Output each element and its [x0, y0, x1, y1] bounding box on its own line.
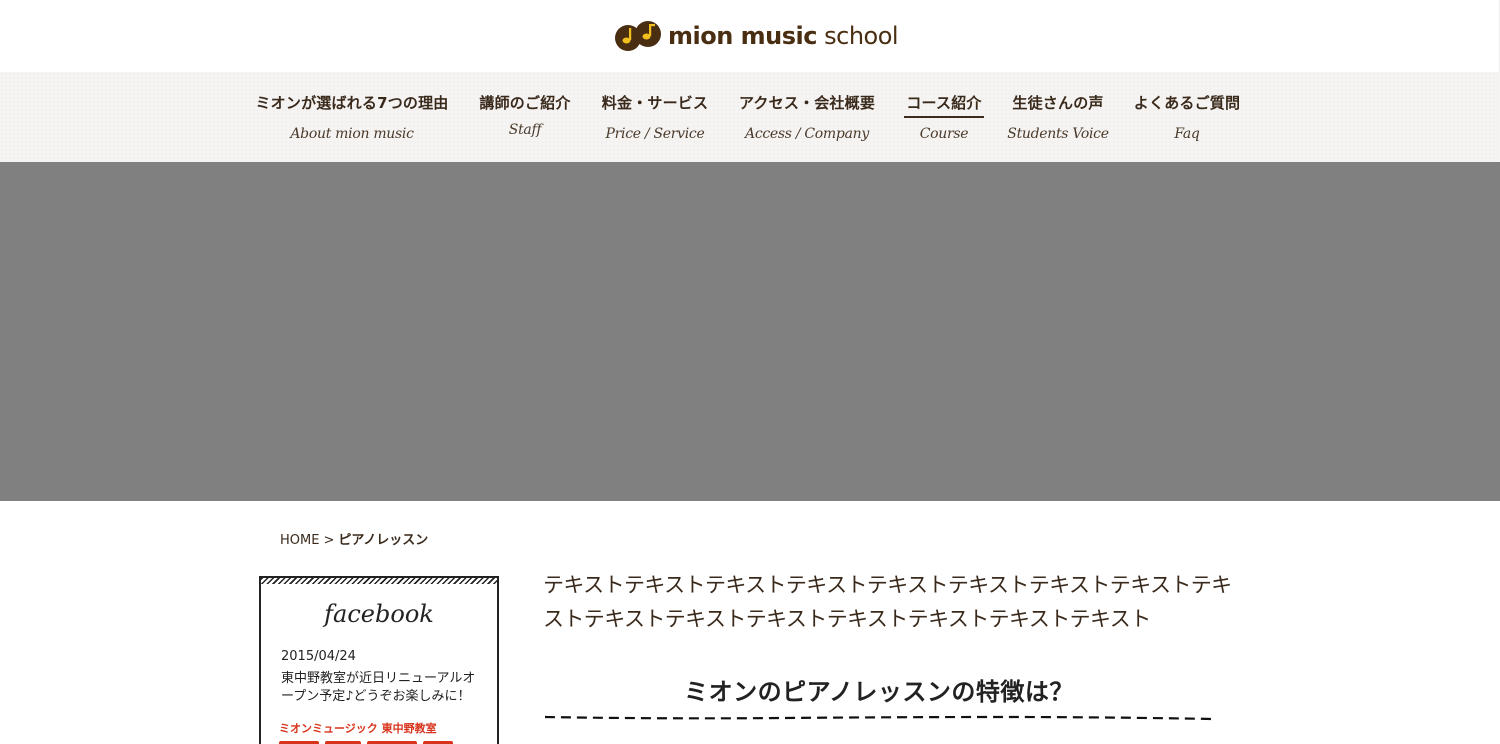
breadcrumb-separator: >: [323, 533, 335, 548]
post-date: 2015/04/24: [281, 649, 356, 664]
nav-item-sublabel: Price / Service: [605, 126, 705, 142]
global-nav: ミオンが選ばれる7つの理由 About mion music 講師のご紹介 St…: [0, 72, 1500, 162]
nav-active-underline: [904, 116, 984, 118]
nav-item-label: アクセス・会社概要: [738, 94, 876, 112]
nav-item-sublabel: Students Voice: [1007, 126, 1109, 142]
hero-image-placeholder: [0, 162, 1500, 501]
nav-item-label: よくあるご質問: [1133, 94, 1241, 112]
nav-item-label: 生徒さんの声: [1012, 94, 1104, 112]
nav-item-label: 料金・サービス: [601, 94, 709, 112]
intro-text: テキストテキストテキストテキストテキストテキストテキストテキストテキストテキスト…: [543, 573, 1232, 631]
post-image-graphic[interactable]: [279, 734, 474, 744]
site-header: mion music school: [0, 0, 1500, 72]
site-logo[interactable]: mion music school: [614, 20, 899, 52]
dashed-divider: [544, 715, 1214, 721]
nav-item-sublabel: Staff: [508, 122, 542, 138]
nav-item-label: 講師のご紹介: [479, 94, 571, 112]
logo-wordmark: mion music school: [668, 22, 899, 50]
nav-item-price[interactable]: 料金・サービス Price / Service: [595, 72, 715, 162]
nav-item-staff[interactable]: 講師のご紹介 Staff: [475, 72, 575, 162]
breadcrumb-current: ピアノレッスン: [338, 533, 429, 548]
facebook-widget-title: facebook: [324, 600, 434, 628]
breadcrumb-home-link[interactable]: HOME: [280, 533, 319, 548]
nav-item-faq[interactable]: よくあるご質問 Faq: [1128, 72, 1246, 162]
hatched-border-decoration: [261, 578, 497, 584]
nav-item-sublabel: Access / Company: [745, 126, 869, 142]
nav-item-sublabel: Course: [919, 126, 969, 142]
nav-item-label: コース紹介: [906, 94, 982, 112]
nav-item-course[interactable]: コース紹介 Course: [902, 72, 986, 162]
nav-item-sublabel: About mion music: [290, 126, 414, 142]
nav-item-label: ミオンが選ばれる7つの理由: [255, 94, 449, 112]
music-notes-logo-icon: [615, 21, 661, 51]
nav-item-reasons[interactable]: ミオンが選ばれる7つの理由 About mion music: [252, 72, 452, 162]
nav-item-voice[interactable]: 生徒さんの声 Students Voice: [1006, 72, 1110, 162]
facebook-widget: facebook 2015/04/24 東中野教室が近日リニューアルオープン予定…: [259, 576, 499, 744]
post-text[interactable]: 東中野教室が近日リニューアルオープン予定♪どうぞお楽しみに！: [281, 670, 486, 706]
section-heading: ミオンのピアノレッスンの特徴は？: [684, 678, 1074, 706]
breadcrumb: HOME > ピアノレッスン: [280, 529, 428, 548]
nav-item-sublabel: Faq: [1174, 126, 1200, 142]
nav-item-access[interactable]: アクセス・会社概要 Access / Company: [734, 72, 880, 162]
